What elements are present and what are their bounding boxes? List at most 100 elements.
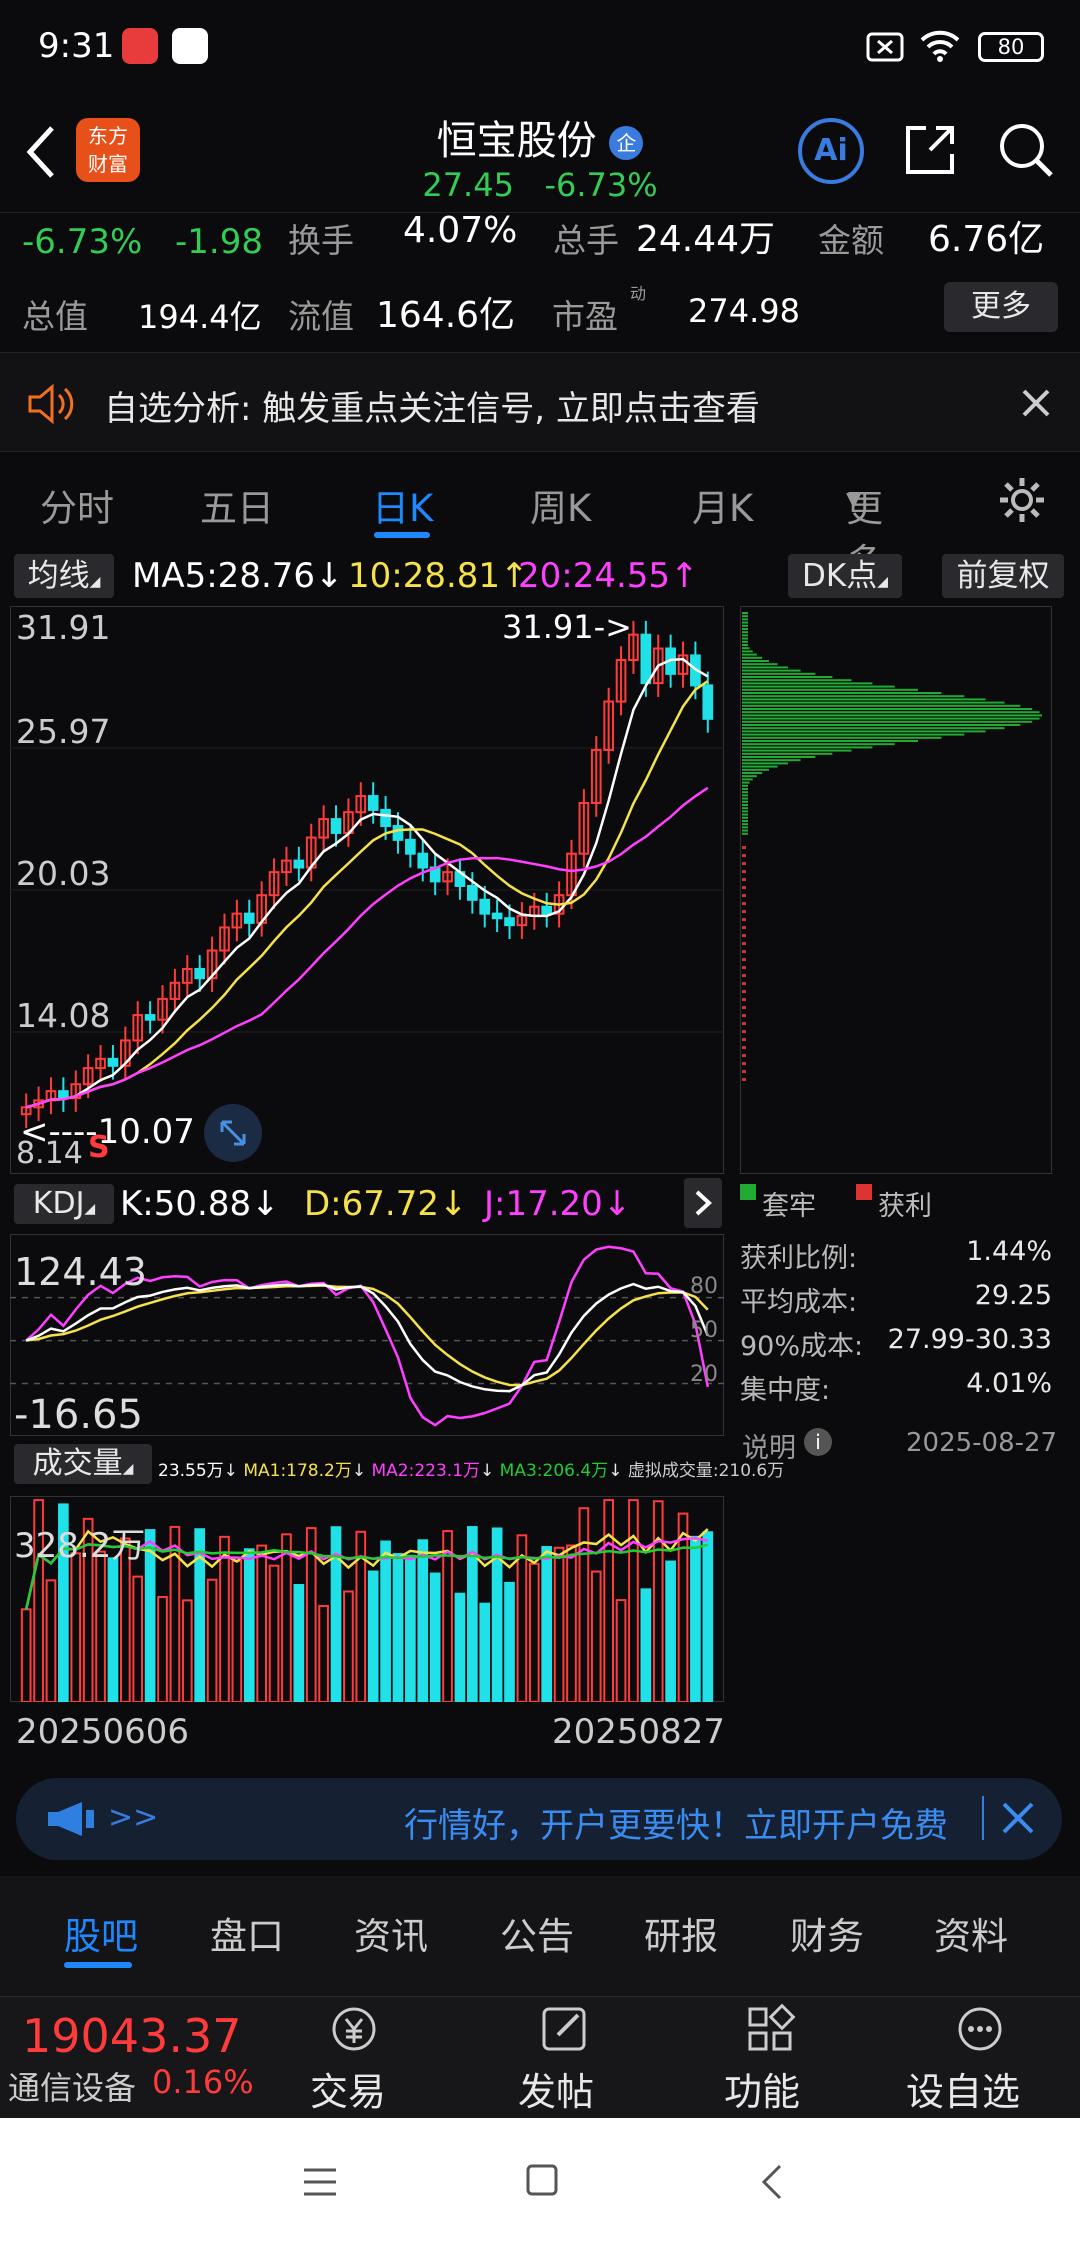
chip-row-value: 4.01%	[966, 1368, 1052, 1399]
dk-point-selector[interactable]: DK点◢	[788, 554, 902, 598]
candle	[405, 838, 416, 855]
kdj-k-text: K:50.88	[120, 1184, 252, 1224]
volume-bar	[504, 1581, 515, 1702]
home-icon[interactable]	[524, 2162, 560, 2198]
tab-minute[interactable]: 分时	[40, 478, 114, 532]
settings-gear-icon[interactable]	[996, 474, 1048, 526]
trade-button[interactable]: 交易	[300, 1997, 410, 2119]
volume-bar	[640, 1588, 652, 1702]
add-watch-button[interactable]: 设自选	[906, 1997, 1056, 2119]
candle	[640, 633, 652, 685]
ma5-arrow: ↓	[315, 556, 344, 596]
volume-bar	[70, 1552, 82, 1702]
promo-banner[interactable]: >> 行情好，开户更要快！立即开户免费	[16, 1778, 1062, 1860]
chip-bar	[742, 816, 748, 819]
chip-row-value: 27.99-30.33	[887, 1324, 1052, 1355]
trap-legend: 套牢	[762, 1191, 816, 1222]
volume-bar	[454, 1592, 466, 1702]
yuan-icon	[332, 2007, 376, 2051]
tab-weekly-k[interactable]: 周K	[530, 478, 591, 532]
wifi-icon	[920, 30, 960, 62]
back-nav-icon[interactable]	[754, 2162, 790, 2202]
vol-ma3: MA3:206.4万	[499, 1461, 609, 1481]
profit-legend: 获利	[878, 1191, 932, 1222]
ma-selector[interactable]: 均线◢	[14, 554, 114, 598]
chip-bar-profit	[742, 998, 746, 1001]
chip-bar	[742, 762, 789, 765]
chip-bar	[742, 660, 769, 662]
candle	[467, 884, 478, 901]
kline-chart[interactable]	[10, 606, 724, 1174]
volume-selector[interactable]: 成交量◢	[14, 1444, 152, 1484]
enterprise-badge: 企	[609, 126, 644, 160]
volume-top-label: 328.2万	[14, 1526, 146, 1566]
adjust-selector[interactable]: 前复权	[942, 554, 1064, 598]
chip-bar-profit	[742, 902, 746, 905]
tab-research[interactable]: 研报	[644, 1906, 718, 1960]
share-icon[interactable]	[900, 120, 960, 180]
function-button[interactable]: 功能	[718, 1997, 828, 2119]
post-label: 发帖	[518, 2070, 595, 2114]
kdj-selector[interactable]: KDJ◢	[14, 1184, 114, 1224]
volume-bar	[144, 1529, 156, 1702]
post-button[interactable]: 发帖	[512, 1997, 622, 2119]
notice-bar[interactable]: 自选分析: 触发重点关注信号, 立即点击查看	[0, 352, 1080, 452]
tab-news[interactable]: 资讯	[354, 1906, 428, 1960]
chip-bar-profit	[742, 886, 746, 889]
info-icon[interactable]: i	[804, 1428, 832, 1456]
chip-bar-profit	[742, 990, 746, 993]
turnover-label: 换手	[288, 221, 354, 260]
ai-button[interactable]: Ai	[798, 118, 864, 184]
close-icon[interactable]	[1018, 385, 1054, 421]
tab-profile[interactable]: 资料	[934, 1906, 1008, 1960]
search-icon[interactable]	[996, 120, 1056, 180]
promo-separator	[982, 1796, 984, 1840]
y-label-3: 20.03	[16, 854, 111, 893]
tab-more[interactable]: 更多▼	[846, 478, 883, 584]
volume-bar	[615, 1599, 627, 1702]
chip-bar	[742, 813, 748, 816]
volume-bar	[405, 1554, 416, 1702]
volume-bar	[45, 1579, 57, 1702]
volume-bar	[256, 1544, 267, 1702]
chip-bar	[742, 820, 748, 822]
float-label: 流值	[288, 297, 354, 336]
chip-bar-profit	[742, 982, 746, 985]
tab-guba[interactable]: 股吧	[64, 1906, 138, 1960]
stock-name: 恒宝股份	[436, 118, 597, 164]
expand-button[interactable]	[204, 1104, 262, 1162]
ma-selector-label: 均线	[27, 558, 90, 594]
chip-bar-profit	[742, 846, 746, 849]
volume-bar	[20, 1608, 32, 1702]
megaphone-icon	[48, 1802, 94, 1836]
index-value[interactable]: 19043.37	[22, 2009, 242, 2063]
clock: 9:31	[38, 26, 115, 66]
more-quote-button[interactable]: 更多	[944, 282, 1058, 332]
chip-bar	[742, 752, 833, 755]
tab-five-day[interactable]: 五日	[200, 478, 274, 532]
volume-bar	[157, 1596, 168, 1702]
add-watch-label: 设自选	[906, 2070, 1021, 2114]
chip-bar	[742, 682, 873, 685]
menu-icon[interactable]	[302, 2164, 338, 2200]
expand-icon	[220, 1120, 246, 1146]
expand-indicator-button[interactable]	[684, 1178, 722, 1228]
ma10-line	[25, 680, 709, 1109]
chip-bar	[742, 826, 748, 829]
chip-bar	[742, 746, 873, 749]
close-icon[interactable]	[1000, 1800, 1036, 1836]
tab-monthly-k[interactable]: 月K	[692, 478, 753, 532]
dropdown-caret-icon: ▼	[846, 487, 862, 511]
kdj-d-text: D:67.72	[304, 1184, 439, 1224]
tab-daily-k[interactable]: 日K	[372, 478, 433, 532]
tab-announcement[interactable]: 公告	[500, 1906, 574, 1960]
candle	[107, 1057, 119, 1067]
chip-bar	[742, 832, 748, 835]
volume-bar	[206, 1578, 218, 1702]
chip-bar-profit	[742, 1006, 746, 1009]
tab-pankou[interactable]: 盘口	[210, 1906, 284, 1960]
tab-finance[interactable]: 财务	[790, 1906, 864, 1960]
dropdown-caret-icon: ◢	[122, 1461, 134, 1477]
vol-ma1: MA1:178.2万	[243, 1461, 352, 1481]
chip-row: 平均成本: 29.25	[740, 1280, 1052, 1324]
